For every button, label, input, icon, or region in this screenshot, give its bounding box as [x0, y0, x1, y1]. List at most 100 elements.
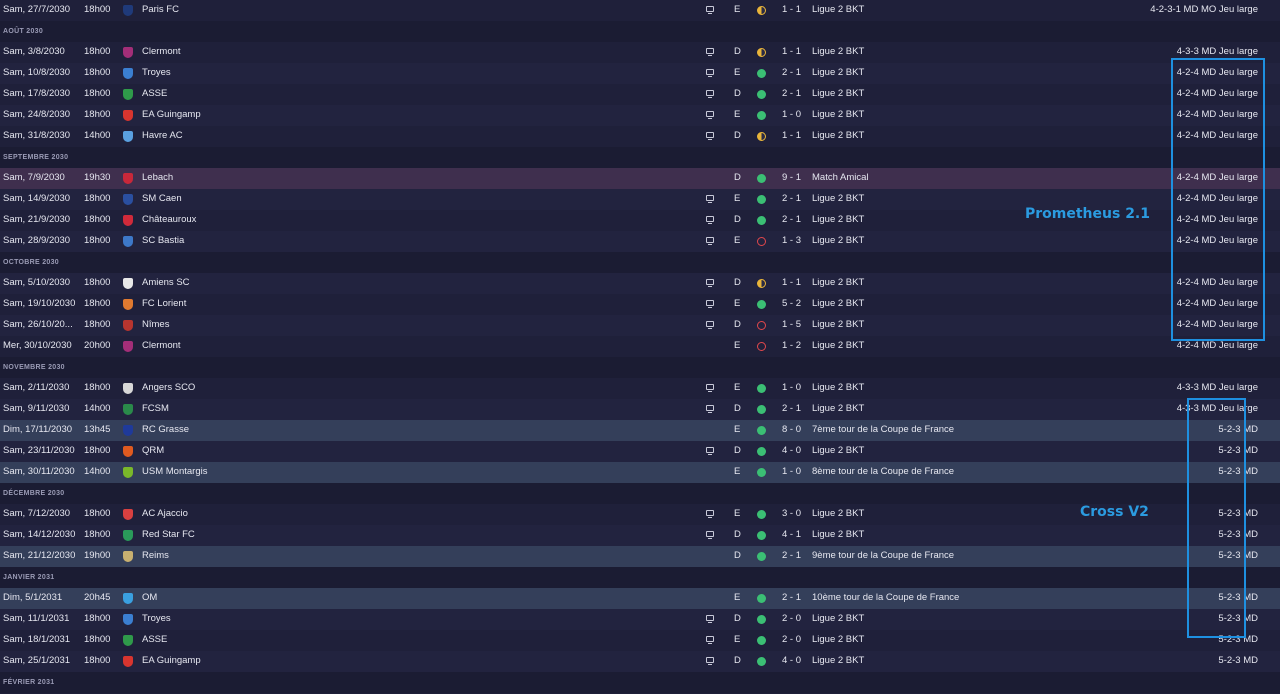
- competition-name[interactable]: Ligue 2 BKT: [812, 84, 864, 104]
- fixture-score[interactable]: 2 - 0: [782, 609, 801, 629]
- fixture-score[interactable]: 1 - 1: [782, 126, 801, 146]
- competition-name[interactable]: 8ème tour de la Coupe de France: [812, 462, 954, 482]
- fixture-score[interactable]: 2 - 0: [782, 630, 801, 650]
- fixture-score[interactable]: 1 - 0: [782, 462, 801, 482]
- fixture-row[interactable]: Mer, 30/10/2030 20h00 Clermont E 1 - 2 Ligue …: [0, 336, 1280, 357]
- opponent-name[interactable]: Lebach: [142, 168, 173, 188]
- competition-name[interactable]: Ligue 2 BKT: [812, 42, 864, 62]
- opponent-name[interactable]: EA Guingamp: [142, 105, 201, 125]
- opponent-name[interactable]: Paris FC: [142, 0, 179, 20]
- fixture-score[interactable]: 1 - 3: [782, 231, 801, 251]
- opponent-name[interactable]: USM Montargis: [142, 462, 207, 482]
- competition-name[interactable]: Ligue 2 BKT: [812, 525, 864, 545]
- competition-name[interactable]: Ligue 2 BKT: [812, 630, 864, 650]
- fixture-row[interactable]: Sam, 14/12/2030 18h00 Red Star FC D 4 - 1 Lig…: [0, 525, 1280, 546]
- fixture-score[interactable]: 4 - 1: [782, 525, 801, 545]
- opponent-name[interactable]: EA Guingamp: [142, 651, 201, 671]
- fixture-row[interactable]: Sam, 3/8/2030 18h00 Clermont D 1 - 1 Ligue 2 …: [0, 42, 1280, 63]
- competition-name[interactable]: 10ème tour de la Coupe de France: [812, 588, 959, 608]
- fixture-row[interactable]: Sam, 9/11/2030 14h00 FCSM D 2 - 1 Ligue 2 BKT…: [0, 399, 1280, 420]
- fixture-row[interactable]: Sam, 21/12/2030 19h00 Reims D 2 - 1 9ème tour…: [0, 546, 1280, 567]
- fixture-row[interactable]: Dim, 5/1/2031 20h45 OM E 2 - 1 10ème tour de …: [0, 588, 1280, 609]
- fixture-score[interactable]: 2 - 1: [782, 546, 801, 566]
- competition-name[interactable]: Ligue 2 BKT: [812, 378, 864, 398]
- fixture-score[interactable]: 1 - 1: [782, 42, 801, 62]
- opponent-name[interactable]: SM Caen: [142, 189, 182, 209]
- fixture-score[interactable]: 2 - 1: [782, 210, 801, 230]
- opponent-name[interactable]: SC Bastia: [142, 231, 184, 251]
- fixture-score[interactable]: 1 - 1: [782, 273, 801, 293]
- fixture-score[interactable]: 2 - 1: [782, 399, 801, 419]
- fixture-row[interactable]: Sam, 19/10/2030 18h00 FC Lorient E 5 - 2 Ligu…: [0, 294, 1280, 315]
- fixture-row[interactable]: Sam, 17/8/2030 18h00 ASSE D 2 - 1 Ligue 2 BKT…: [0, 84, 1280, 105]
- opponent-name[interactable]: ASSE: [142, 630, 167, 650]
- competition-name[interactable]: Ligue 2 BKT: [812, 210, 864, 230]
- opponent-name[interactable]: OM: [142, 588, 157, 608]
- competition-name[interactable]: 9ème tour de la Coupe de France: [812, 546, 954, 566]
- opponent-name[interactable]: Troyes: [142, 609, 171, 629]
- opponent-name[interactable]: Red Star FC: [142, 525, 195, 545]
- opponent-name[interactable]: AC Ajaccio: [142, 504, 188, 524]
- fixture-row[interactable]: Sam, 30/11/2030 14h00 USM Montargis E 1 - 0 8…: [0, 462, 1280, 483]
- opponent-name[interactable]: Angers SCO: [142, 378, 195, 398]
- fixture-score[interactable]: 8 - 0: [782, 420, 801, 440]
- fixture-row[interactable]: Sam, 23/11/2030 18h00 QRM D 4 - 0 Ligue 2 BKT…: [0, 441, 1280, 462]
- competition-name[interactable]: 7ème tour de la Coupe de France: [812, 420, 954, 440]
- opponent-name[interactable]: Troyes: [142, 63, 171, 83]
- fixture-score[interactable]: 2 - 1: [782, 84, 801, 104]
- fixture-score[interactable]: 2 - 1: [782, 189, 801, 209]
- opponent-name[interactable]: FC Lorient: [142, 294, 186, 314]
- opponent-name[interactable]: Nîmes: [142, 315, 169, 335]
- fixture-row[interactable]: Sam, 24/8/2030 18h00 EA Guingamp E 1 - 0 Ligu…: [0, 105, 1280, 126]
- fixture-row[interactable]: Sam, 26/10/20... 18h00 Nîmes D 1 - 5 Ligue 2 …: [0, 315, 1280, 336]
- fixture-score[interactable]: 1 - 0: [782, 378, 801, 398]
- competition-name[interactable]: Ligue 2 BKT: [812, 105, 864, 125]
- fixture-row[interactable]: Dim, 17/11/2030 13h45 RC Grasse E 8 - 0 7ème …: [0, 420, 1280, 441]
- competition-name[interactable]: Ligue 2 BKT: [812, 315, 864, 335]
- competition-name[interactable]: Ligue 2 BKT: [812, 651, 864, 671]
- opponent-name[interactable]: ASSE: [142, 84, 167, 104]
- opponent-name[interactable]: Clermont: [142, 42, 181, 62]
- opponent-name[interactable]: QRM: [142, 441, 164, 461]
- competition-name[interactable]: Ligue 2 BKT: [812, 0, 864, 20]
- fixture-score[interactable]: 4 - 0: [782, 651, 801, 671]
- fixture-row[interactable]: Sam, 27/7/2030 18h00 Paris FC E 1 - 1 Ligue 2…: [0, 0, 1280, 21]
- competition-name[interactable]: Ligue 2 BKT: [812, 126, 864, 146]
- fixture-row[interactable]: Sam, 5/10/2030 18h00 Amiens SC D 1 - 1 Ligue …: [0, 273, 1280, 294]
- competition-name[interactable]: Ligue 2 BKT: [812, 441, 864, 461]
- competition-name[interactable]: Match Amical: [812, 168, 869, 188]
- fixture-score[interactable]: 5 - 2: [782, 294, 801, 314]
- fixture-score[interactable]: 1 - 1: [782, 0, 801, 20]
- fixture-score[interactable]: 2 - 1: [782, 63, 801, 83]
- competition-name[interactable]: Ligue 2 BKT: [812, 504, 864, 524]
- fixture-score[interactable]: 1 - 2: [782, 336, 801, 356]
- fixture-score[interactable]: 1 - 5: [782, 315, 801, 335]
- competition-name[interactable]: Ligue 2 BKT: [812, 63, 864, 83]
- fixture-row[interactable]: Sam, 31/8/2030 14h00 Havre AC D 1 - 1 Ligue 2…: [0, 126, 1280, 147]
- opponent-name[interactable]: Clermont: [142, 336, 181, 356]
- fixture-score[interactable]: 1 - 0: [782, 105, 801, 125]
- fixture-score[interactable]: 3 - 0: [782, 504, 801, 524]
- fixture-row[interactable]: Sam, 2/11/2030 18h00 Angers SCO E 1 - 0 Ligue…: [0, 378, 1280, 399]
- opponent-name[interactable]: Châteauroux: [142, 210, 196, 230]
- fixture-row[interactable]: Sam, 10/8/2030 18h00 Troyes E 2 - 1 Ligue 2 B…: [0, 63, 1280, 84]
- fixture-row[interactable]: Sam, 28/9/2030 18h00 SC Bastia E 1 - 3 Ligue …: [0, 231, 1280, 252]
- competition-name[interactable]: Ligue 2 BKT: [812, 399, 864, 419]
- competition-name[interactable]: Ligue 2 BKT: [812, 273, 864, 293]
- opponent-name[interactable]: Havre AC: [142, 126, 183, 146]
- fixture-row[interactable]: Sam, 18/1/2031 18h00 ASSE E 2 - 0 Ligue 2 BKT…: [0, 630, 1280, 651]
- fixture-score[interactable]: 9 - 1: [782, 168, 801, 188]
- fixture-score[interactable]: 2 - 1: [782, 588, 801, 608]
- competition-name[interactable]: Ligue 2 BKT: [812, 231, 864, 251]
- competition-name[interactable]: Ligue 2 BKT: [812, 336, 864, 356]
- competition-name[interactable]: Ligue 2 BKT: [812, 294, 864, 314]
- fixture-score[interactable]: 4 - 0: [782, 441, 801, 461]
- opponent-name[interactable]: RC Grasse: [142, 420, 189, 440]
- competition-name[interactable]: Ligue 2 BKT: [812, 609, 864, 629]
- fixture-row[interactable]: Sam, 7/9/2030 19h30 Lebach D 9 - 1 Match Amic…: [0, 168, 1280, 189]
- competition-name[interactable]: Ligue 2 BKT: [812, 189, 864, 209]
- fixture-row[interactable]: Sam, 11/1/2031 18h00 Troyes D 2 - 0 Ligue 2 B…: [0, 609, 1280, 630]
- opponent-name[interactable]: Reims: [142, 546, 169, 566]
- fixture-row[interactable]: Sam, 25/1/2031 18h00 EA Guingamp D 4 - 0 Ligu…: [0, 651, 1280, 672]
- opponent-name[interactable]: Amiens SC: [142, 273, 190, 293]
